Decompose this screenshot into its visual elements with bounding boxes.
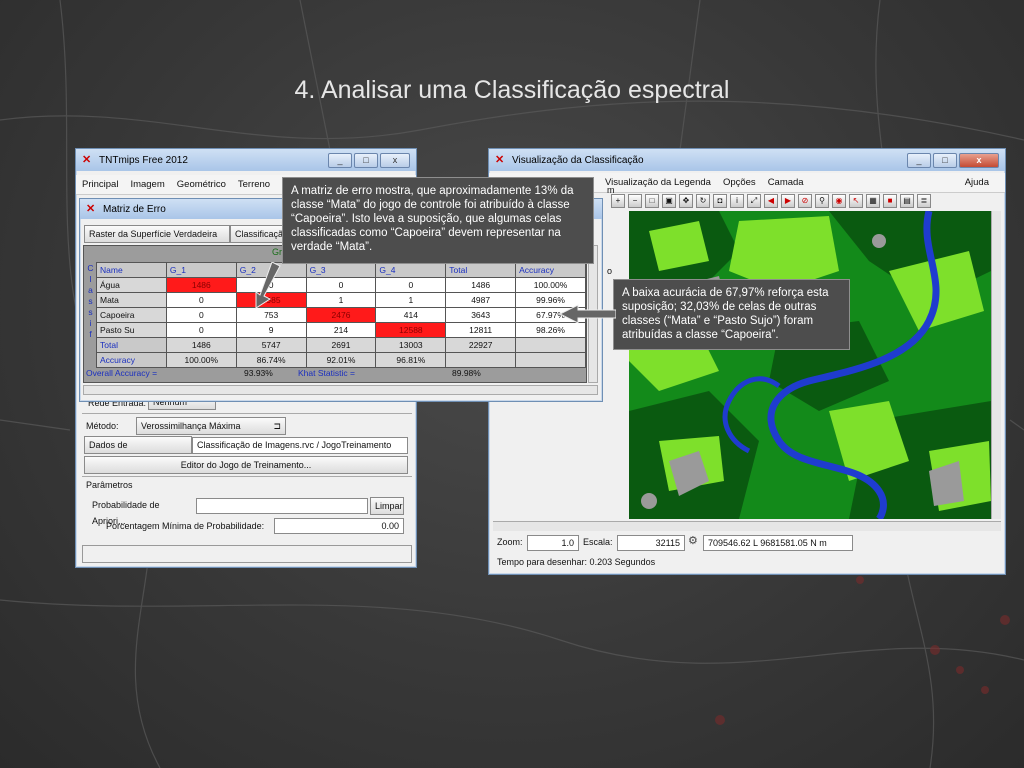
dados-treinamento-button[interactable]: Dados de Treinamento... [84,436,192,466]
classified-side-label: Cla ssi f [87,263,94,339]
dados-treinamento-field[interactable]: Classificação de Imagens.rvc / JogoTrein… [192,437,408,454]
visualizacao-title: Visualização da Classificação [512,154,644,166]
divider [82,476,412,477]
close-button[interactable]: x [959,152,999,168]
table-row: Capoeira 0 753 2476 414 3643 67.97% [96,307,586,323]
khat-value: 89.98% [452,368,481,378]
probabilidade-apriori-field[interactable] [196,498,368,514]
visualizacao-titlebar[interactable]: ✕ Visualização da Classificação _ □ x [489,149,1005,171]
matriz-app-icon: ✕ [86,203,96,215]
side-partial-label-2: o [607,266,613,276]
gps-icon[interactable]: ⚙ [688,534,698,547]
callout-arrow-left [558,304,616,324]
zoom-in-icon[interactable]: + [611,194,625,208]
metodo-label: Método: [86,421,119,431]
layer-icon[interactable]: ▦ [866,194,880,208]
header-name: Name [96,262,167,278]
tntmips-app-icon: ✕ [82,154,92,166]
search-icon[interactable]: ⚲ [815,194,829,208]
divider [82,413,412,414]
status-bar [82,545,412,563]
limpar-button[interactable]: Limpar [370,497,404,515]
classificacao-button[interactable]: Classificação ... [230,225,284,243]
pan-icon[interactable]: ✥ [679,194,693,208]
matrix-frame: Gr Cla ssi f Name G_1 G_2 G_3 G_4 Total … [83,245,587,383]
raster-superficie-button[interactable]: Raster da Superfície Verdadeira ... [84,225,230,255]
close-button[interactable]: x [380,152,410,168]
editor-jogo-button[interactable]: Editor do Jogo de Treinamento... [84,456,408,474]
overall-accuracy-label: Overall Accuracy = [86,368,158,378]
menu-ajuda[interactable]: Ajuda [965,177,989,188]
legend-icon[interactable]: ≣ [917,194,931,208]
tntmips-titlebar[interactable]: ✕ TNTmips Free 2012 _ □ x [76,149,416,171]
locate-icon[interactable]: ◉ [832,194,846,208]
visualizacao-app-icon: ✕ [495,154,505,166]
horizontal-scrollbar[interactable] [493,521,1001,531]
ground-truth-label: Gr [272,247,282,257]
parametros-label: Parâmetros [86,480,133,490]
palette-icon[interactable]: ■ [883,194,897,208]
menu-terreno[interactable]: Terreno [238,179,270,190]
error-matrix-table: Name G_1 G_2 G_3 G_4 Total Accuracy Água… [96,262,586,368]
header-g4: G_4 [375,262,447,278]
vertical-scrollbar[interactable] [991,211,1001,519]
zoom-out-icon[interactable]: − [628,194,642,208]
maximize-button[interactable]: □ [354,152,378,168]
menu-camada[interactable]: Camada [768,177,804,188]
menu-principal[interactable]: Principal [82,179,118,190]
zoom-fit-icon[interactable]: ▣ [662,194,676,208]
table-row: Pasto Su 0 9 214 12588 12811 98.26% [96,322,586,338]
classification-map[interactable] [629,211,991,519]
table-row: Mata 0 4985 1 1 4987 99.96% [96,292,586,308]
dropdown-icon: ⊐ [273,421,281,431]
redraw-icon[interactable]: ↻ [696,194,710,208]
forward-icon[interactable]: ▶ [781,194,795,208]
overall-accuracy-value: 93.93% [244,368,273,378]
porcentagem-label: Porcentagem Mínima de Probabilidade: [106,521,265,531]
accuracy-row: Accuracy 100.00% 86.74% 92.01% 96.81% [96,352,586,368]
menu-visualizacao-legenda[interactable]: Visualização da Legenda [605,177,711,188]
zoom-field[interactable]: 1.0 [527,535,579,551]
info-icon[interactable]: i [730,194,744,208]
minimize-button[interactable]: _ [907,152,931,168]
side-partial-label-1: m [607,185,615,195]
zoom-label: Zoom: [497,537,523,547]
escala-label: Escala: [583,537,613,547]
zoom-box-icon[interactable]: □ [645,194,659,208]
table-row: Água 1486 0 0 0 1486 100.00% [96,277,586,293]
total-row: Total 1486 5747 2691 13003 22927 [96,337,586,353]
header-total: Total [445,262,517,278]
maximize-button[interactable]: □ [933,152,957,168]
menu-opcoes[interactable]: Opções [723,177,756,188]
menu-imagem[interactable]: Imagem [130,179,164,190]
stop-icon[interactable]: ⊘ [798,194,812,208]
status-text: Tempo para desenhar: 0.203 Segundos [497,557,656,567]
escala-field[interactable]: 32115 [617,535,685,551]
tntmips-title: TNTmips Free 2012 [99,154,188,166]
header-g1: G_1 [165,262,237,278]
slide-title: 4. Analisar uma Classificação espectral [294,76,730,104]
table-header-row: Name G_1 G_2 G_3 G_4 Total Accuracy [96,262,586,278]
header-g3: G_3 [305,262,377,278]
coordinates-field: 709546.62 L 9681581.05 N m [703,535,853,551]
metodo-value: Verossimilhança Máxima [141,421,241,431]
probabilidade-apriori-button[interactable]: Probabilidade de Apriori... [88,497,196,526]
metodo-select[interactable]: Verossimilhança Máxima ⊐ [136,417,286,435]
khat-label: Khat Statistic = [298,368,355,378]
menu-geometrico[interactable]: Geométrico [177,179,226,190]
header-accuracy: Accuracy [515,262,586,278]
toolbar: + − □ ▣ ✥ ↻ ◘ i ⤢ ◀ ▶ ⊘ ⚲ ◉ ↖ ▦ ■ ▤ ≣ [611,194,931,208]
porcentagem-field[interactable]: 0.00 [274,518,404,534]
grid-icon[interactable]: ▤ [900,194,914,208]
callout-matriz: A matriz de erro mostra, que aproximadam… [282,177,594,264]
callout-acuracia: A baixa acurácia de 67,97% reforça esta … [613,279,850,350]
measure-icon[interactable]: ⤢ [747,194,761,208]
matrix-horizontal-scrollbar[interactable] [83,385,598,395]
minimize-button[interactable]: _ [328,152,352,168]
select-arrow-icon[interactable]: ↖ [849,194,863,208]
callout-arrow-down [255,262,281,309]
back-icon[interactable]: ◀ [764,194,778,208]
camera-icon[interactable]: ◘ [713,194,727,208]
